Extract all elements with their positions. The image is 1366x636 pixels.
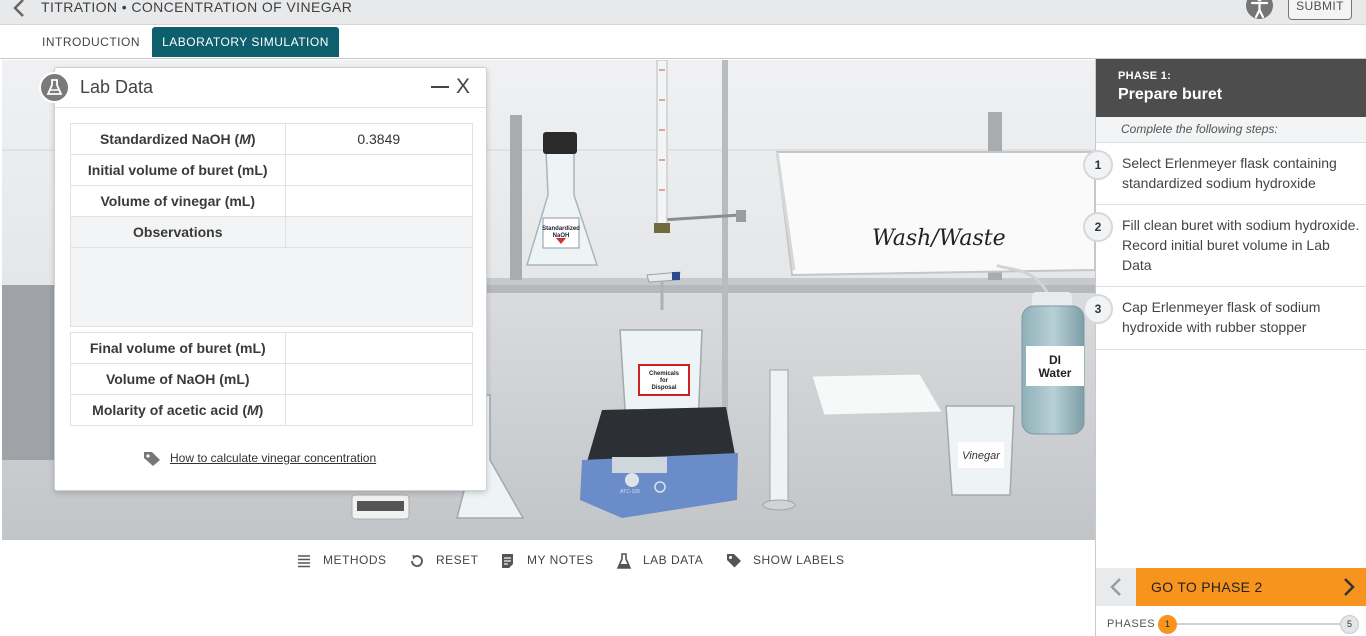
step-text: Fill clean buret with sodium hydroxide. …	[1122, 217, 1360, 273]
svg-text:Disposal: Disposal	[651, 385, 676, 391]
close-icon[interactable]: X	[456, 74, 470, 100]
reset-icon	[411, 554, 423, 567]
step-item: 3 Cap Erlenmeyer flask of sodium hydroxi…	[1083, 287, 1366, 350]
wash-waste-label: Wash/Waste	[872, 226, 1006, 251]
phases-label: PHASES	[1107, 618, 1156, 630]
table-row: Observations	[70, 216, 474, 248]
lab-data-panel: Lab Data X Standardized NaOH (M) 0.3849 …	[39, 67, 487, 491]
svg-text:Standardized: Standardized	[542, 226, 580, 232]
table-row	[70, 247, 473, 327]
chevron-right-icon	[1344, 578, 1355, 596]
accessibility-icon[interactable]	[1246, 0, 1273, 19]
acetic-acid-molarity-field[interactable]	[284, 394, 474, 426]
phase-dot-current[interactable]: 1	[1158, 615, 1177, 634]
tab-laboratory-simulation[interactable]: LABORATORY SIMULATION	[152, 27, 339, 57]
vinegar-beaker: Vinegar	[945, 405, 1015, 496]
table-row: Molarity of acetic acid (M)	[70, 394, 474, 426]
list-icon	[298, 555, 310, 568]
step-number: 1	[1083, 150, 1113, 180]
go-to-phase-2-button[interactable]: GO TO PHASE 2	[1136, 568, 1366, 606]
lab-data-header[interactable]: Lab Data X	[39, 68, 486, 108]
previous-phase-button[interactable]	[1096, 568, 1136, 606]
row-label: Volume of vinegar (mL)	[70, 185, 286, 217]
minimize-icon[interactable]	[431, 73, 449, 101]
phase-progress: PHASES 1 5	[1096, 611, 1366, 636]
row-label: Volume of NaOH (mL)	[70, 363, 286, 395]
lab-data-table: Standardized NaOH (M) 0.3849 Initial vol…	[70, 123, 474, 426]
observations-field[interactable]	[70, 247, 473, 327]
table-row: Volume of NaOH (mL)	[70, 363, 474, 395]
row-label: Initial volume of buret (mL)	[70, 154, 286, 186]
tab-introduction[interactable]: INTRODUCTION	[27, 27, 155, 57]
tag-icon	[727, 554, 741, 568]
row-label: Standardized NaOH (M)	[70, 123, 286, 155]
stir-plate: ATC-100	[580, 407, 738, 518]
svg-text:DI: DI	[1049, 353, 1061, 367]
notes-icon	[502, 554, 513, 568]
how-to-calculate-link[interactable]: How to calculate vinegar concentration	[170, 451, 376, 465]
table-row: Volume of vinegar (mL)	[70, 185, 474, 217]
observations-label: Observations	[70, 216, 286, 248]
svg-text:Chemicals: Chemicals	[649, 371, 680, 377]
phase-title: Prepare buret	[1118, 86, 1223, 103]
flask-icon	[616, 553, 632, 569]
step-number: 3	[1083, 294, 1113, 324]
svg-text:for: for	[660, 378, 669, 384]
top-bar: TITRATION • CONCENTRATION OF VINEGAR SUB…	[0, 0, 1366, 25]
step-item: 1 Select Erlenmeyer flask containing sta…	[1083, 143, 1366, 205]
table-row: Standardized NaOH (M) 0.3849	[70, 123, 474, 155]
vinegar-volume-field[interactable]	[284, 185, 474, 217]
row-label: Final volume of buret (mL)	[70, 332, 286, 364]
app-title: TITRATION • CONCENTRATION OF VINEGAR	[41, 0, 353, 15]
svg-text:Water: Water	[1039, 366, 1072, 380]
bottom-toolbar: METHODS RESET MY NOTES LAB DATA SHOW LAB…	[2, 541, 1095, 636]
submit-button[interactable]: SUBMIT	[1288, 0, 1352, 20]
step-text: Cap Erlenmeyer flask of sodium hydroxide…	[1122, 299, 1321, 335]
step-number: 2	[1083, 212, 1113, 242]
phase-number: PHASE 1:	[1118, 70, 1172, 82]
svg-text:ATC-100: ATC-100	[620, 489, 640, 495]
phase-panel: PHASE 1: Prepare buret Complete the foll…	[1083, 59, 1366, 636]
row-label: Molarity of acetic acid (M)	[70, 394, 286, 426]
chevron-left-icon[interactable]	[10, 0, 30, 18]
initial-buret-volume-field[interactable]	[284, 154, 474, 186]
step-item: 2 Fill clean buret with sodium hydroxide…	[1083, 205, 1366, 287]
svg-text:Vinegar: Vinegar	[962, 450, 1001, 462]
phase-dot-last[interactable]: 5	[1340, 615, 1359, 634]
tab-bar: INTRODUCTION LABORATORY SIMULATION	[0, 25, 1366, 59]
naoh-volume-field[interactable]	[284, 363, 474, 395]
flask-icon	[39, 72, 70, 103]
phase-instructions: Complete the following steps:	[1096, 117, 1366, 143]
phase-header: PHASE 1: Prepare buret	[1096, 59, 1366, 117]
paper-sheet	[811, 373, 943, 416]
naoh-molarity-value[interactable]: 0.3849	[284, 123, 474, 155]
phase-track	[1168, 623, 1348, 625]
lab-data-title: Lab Data	[80, 77, 154, 97]
tag-icon	[144, 452, 160, 466]
final-buret-volume-field[interactable]	[284, 332, 474, 364]
chevron-left-icon	[1110, 578, 1121, 596]
wash-basin	[775, 151, 1095, 277]
table-row: Initial volume of buret (mL)	[70, 154, 474, 186]
table-row: Final volume of buret (mL)	[70, 332, 474, 364]
step-text: Select Erlenmeyer flask containing stand…	[1122, 155, 1337, 191]
